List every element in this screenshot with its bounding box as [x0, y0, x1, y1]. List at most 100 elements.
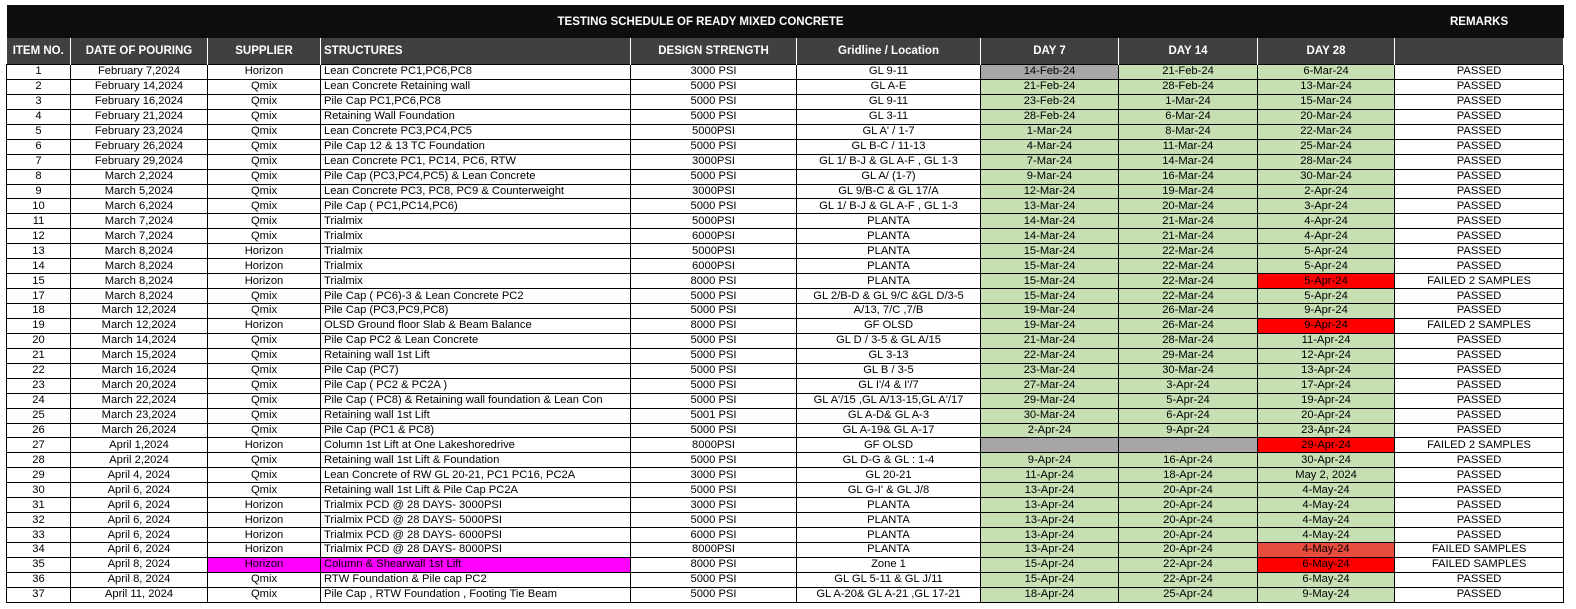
structure-cell: Trialmix PCD @ 28 DAYS- 8000PSI	[320, 542, 631, 558]
strength-cell: 5000PSI	[630, 213, 797, 230]
table-row: 20 March 14,2024 Qmix Pile Cap PC2 & Lean C…	[6, 332, 1565, 349]
date-cell: March 20,2024	[70, 377, 208, 394]
table-row: 27 April 1,2024 Horizon Column 1st Lift at …	[6, 437, 1565, 454]
item-no-cell: 29	[6, 467, 71, 484]
strength-cell: 6000PSI	[630, 258, 797, 275]
supplier-cell: Horizon	[207, 437, 321, 454]
structure-cell: Retaining wall 1st Lift	[320, 407, 631, 424]
remarks-cell: PASSED	[1394, 392, 1565, 409]
remarks-cell: PASSED	[1394, 228, 1565, 245]
item-no-cell: 10	[6, 198, 71, 215]
date-cell: April 6, 2024	[70, 527, 208, 543]
day-7-cell: 9-Apr-24	[980, 452, 1119, 469]
date-cell: March 14,2024	[70, 332, 208, 349]
day-14-cell: 16-Mar-24	[1118, 168, 1258, 185]
supplier-cell: Qmix	[207, 168, 321, 185]
strength-cell: 3000PSI	[630, 153, 797, 170]
supplier-cell: Horizon	[207, 243, 321, 260]
date-cell: April 2,2024	[70, 452, 208, 469]
day-14-cell: 22-Mar-24	[1118, 288, 1258, 304]
day-7-cell: 11-Apr-24	[980, 467, 1119, 484]
date-cell: March 2,2024	[70, 168, 208, 185]
strength-cell: 5000 PSI	[630, 422, 797, 439]
table-row: 13 March 8,2024 Horizon Trialmix 5000PSI PLAN…	[6, 243, 1565, 260]
date-cell: February 7,2024	[70, 64, 208, 80]
day-28-cell: 12-Apr-24	[1256, 347, 1396, 364]
supplier-cell: Qmix	[207, 377, 321, 394]
strength-cell: 8000 PSI	[630, 556, 797, 573]
supplier-cell: Horizon	[207, 317, 321, 334]
sheet-title: TESTING SCHEDULE OF READY MIXED CONCRETE	[6, 5, 1395, 38]
remarks-cell: PASSED	[1394, 482, 1565, 499]
item-no-cell: 2	[6, 78, 71, 95]
structure-cell: OLSD Ground floor Slab & Beam Balance	[320, 317, 631, 334]
day-7-cell: 28-Feb-24	[980, 108, 1119, 125]
structure-cell: Lean Concrete PC1,PC6,PC8	[320, 64, 631, 80]
remarks-cell: FAILED 2 SAMPLES	[1394, 273, 1565, 290]
day-14-cell: 28-Feb-24	[1118, 78, 1258, 95]
structure-cell: Pile Cap ( PC8) & Retaining wall foundat…	[320, 392, 631, 409]
day-7-cell: 15-Mar-24	[980, 243, 1119, 260]
supplier-cell: Qmix	[207, 78, 321, 95]
date-cell: March 12,2024	[70, 317, 208, 334]
item-no-cell: 17	[6, 288, 71, 304]
day-14-cell: 21-Mar-24	[1118, 213, 1258, 230]
date-cell: February 29,2024	[70, 153, 208, 170]
day-14-cell: 21-Mar-24	[1118, 228, 1258, 245]
day-28-cell: 25-Mar-24	[1256, 138, 1396, 155]
date-cell: March 16,2024	[70, 362, 208, 379]
day-14-cell: 22-Mar-24	[1118, 273, 1258, 290]
item-no-cell: 24	[6, 392, 71, 409]
location-cell: PLANTA	[796, 258, 981, 275]
day-14-cell: 22-Apr-24	[1118, 571, 1258, 588]
table-row: 37 April 11, 2024 Qmix Pile Cap , RTW Found…	[6, 586, 1565, 603]
supplier-cell: Horizon	[207, 556, 321, 573]
strength-cell: 8000 PSI	[630, 317, 797, 334]
table-row: 31 April 6, 2024 Horizon Trialmix PCD @ 28 …	[6, 497, 1565, 514]
structure-cell: Column & Shearwall 1st Lift	[320, 556, 631, 573]
item-no-cell: 12	[6, 228, 71, 245]
day-28-cell: 4-May-24	[1256, 497, 1396, 514]
remarks-cell: PASSED	[1394, 138, 1565, 155]
strength-cell: 5000 PSI	[630, 571, 797, 588]
item-no-cell: 5	[6, 123, 71, 140]
strength-cell: 5000 PSI	[630, 377, 797, 394]
item-no-cell: 6	[6, 138, 71, 155]
day-28-cell: 4-May-24	[1256, 512, 1396, 529]
strength-cell: 5001 PSI	[630, 407, 797, 424]
day-14-cell: 26-Mar-24	[1118, 317, 1258, 334]
item-no-cell: 1	[6, 64, 71, 80]
day-28-cell: 30-Mar-24	[1256, 168, 1396, 185]
table-row: 35 April 8, 2024 Horizon Column & Shearwall…	[6, 556, 1565, 573]
table-row: 23 March 20,2024 Qmix Pile Cap ( PC2 & PC2A…	[6, 377, 1565, 394]
supplier-cell: Qmix	[207, 183, 321, 200]
remarks-cell: FAILED SAMPLES	[1394, 556, 1565, 573]
location-cell: PLANTA	[796, 512, 981, 529]
date-cell: March 23,2024	[70, 407, 208, 424]
day-14-cell: 20-Apr-24	[1118, 527, 1258, 543]
day-28-cell: 4-Apr-24	[1256, 228, 1396, 245]
table-row: 4 February 21,2024 Qmix Retaining Wall Foun…	[6, 108, 1565, 125]
strength-cell: 8000PSI	[630, 437, 797, 454]
structure-cell: Pile Cap (PC7)	[320, 362, 631, 379]
item-no-cell: 3	[6, 93, 71, 110]
structure-cell: Pile Cap (PC3,PC9,PC8)	[320, 303, 631, 319]
day-28-cell: 28-Mar-24	[1256, 153, 1396, 170]
structure-cell: Retaining wall 1st Lift	[320, 347, 631, 364]
day-7-cell: 12-Mar-24	[980, 183, 1119, 200]
item-no-cell: 31	[6, 497, 71, 514]
day-7-cell: 19-Mar-24	[980, 303, 1119, 319]
item-no-cell: 13	[6, 243, 71, 260]
location-cell: A/13, 7/C ,7/B	[796, 303, 981, 319]
item-no-cell: 26	[6, 422, 71, 439]
remarks-cell: PASSED	[1394, 153, 1565, 170]
date-cell: April 6, 2024	[70, 482, 208, 499]
supplier-cell: Horizon	[207, 497, 321, 514]
day-7-cell: 14-Mar-24	[980, 213, 1119, 230]
col-design-strength: DESIGN STRENGTH	[630, 38, 797, 65]
item-no-cell: 34	[6, 542, 71, 558]
day-14-cell: 20-Apr-24	[1118, 512, 1258, 529]
item-no-cell: 22	[6, 362, 71, 379]
supplier-cell: Qmix	[207, 422, 321, 439]
location-cell: GL D-G & GL : 1-4	[796, 452, 981, 469]
